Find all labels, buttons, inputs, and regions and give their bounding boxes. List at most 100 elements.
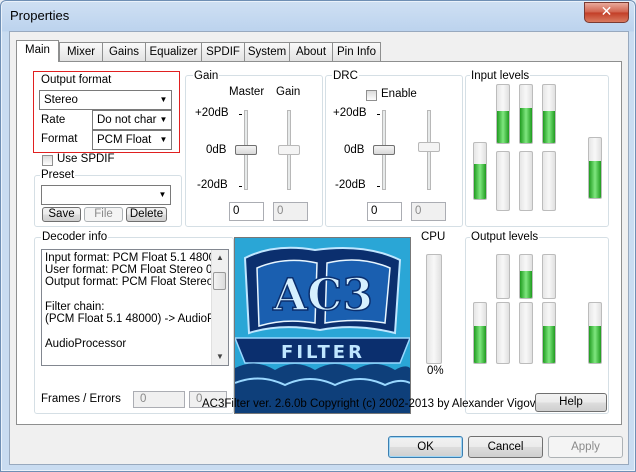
decoder-info-scrollbar[interactable]: ▲ ▼: [211, 250, 228, 365]
drc-slider-thumb[interactable]: [373, 145, 395, 155]
rate-label: Rate: [41, 114, 66, 126]
preset-label: Preset: [40, 169, 76, 181]
drc-enable-checkbox[interactable]: [366, 90, 377, 101]
scroll-down-icon[interactable]: ▼: [212, 349, 228, 365]
output-level-meter-fill: [520, 271, 532, 298]
decoder-info-label: Decoder info: [41, 231, 109, 243]
output-level-meter-fill: [474, 325, 486, 363]
rate-value: Do not char: [97, 114, 157, 126]
main-tab-panel: Output format Stereo ▼ Rate Do not char …: [16, 61, 622, 425]
input-level-meter: [519, 151, 533, 211]
apply-button[interactable]: Apply: [548, 436, 623, 458]
tick-mark: [239, 114, 242, 115]
tab-system[interactable]: System: [244, 42, 290, 61]
input-level-meter-fill: [520, 108, 532, 143]
logo-text: AC3: [272, 270, 373, 321]
input-level-meter: [588, 137, 602, 199]
drc-level-slider-thumb[interactable]: [418, 142, 440, 152]
tab-equalizer[interactable]: Equalizer: [145, 42, 202, 61]
decoder-info-textbox[interactable]: Input format: PCM Float 5.1 48000 User f…: [41, 249, 229, 366]
tick-mark: [377, 186, 380, 187]
drc-group-label: DRC: [332, 70, 359, 82]
output-level-meter: [542, 254, 556, 299]
output-level-meter: [519, 302, 533, 364]
help-button[interactable]: Help: [535, 393, 607, 412]
tick-mark: [239, 186, 242, 187]
cpu-label: CPU: [421, 231, 446, 243]
scroll-up-icon[interactable]: ▲: [212, 250, 228, 266]
save-preset-button[interactable]: Save: [42, 207, 81, 222]
decoder-info-line: Output format: PCM Float Stereo 4: [45, 276, 223, 288]
master-value-input[interactable]: 0: [229, 202, 264, 221]
input-level-meter: [519, 84, 533, 144]
window-title: Properties: [10, 8, 70, 23]
close-button[interactable]: ✕: [584, 2, 629, 23]
output-level-meter: [496, 254, 510, 299]
decoder-info-line: AudioProcessor: [45, 338, 127, 350]
output-format-value: Stereo: [44, 94, 78, 106]
input-level-meter: [496, 84, 510, 144]
gain-slider-thumb[interactable]: [278, 145, 300, 155]
sample-format-value: PCM Float: [97, 134, 152, 146]
chevron-down-icon: ▼: [159, 115, 168, 124]
preset-select[interactable]: ▼: [41, 185, 171, 205]
output-level-meter: [519, 254, 533, 299]
file-preset-button[interactable]: File: [84, 207, 123, 222]
tab-main[interactable]: Main: [16, 40, 59, 62]
drc-value2-input[interactable]: 0: [411, 202, 446, 221]
output-level-meter: [542, 302, 556, 364]
tab-pin-info[interactable]: Pin Info: [332, 42, 381, 61]
sample-format-select[interactable]: PCM Float ▼: [92, 130, 172, 150]
dialog-client: Main Mixer Gains Equalizer SPDIF System …: [9, 31, 629, 465]
output-level-meter-fill: [543, 325, 555, 363]
input-level-meter: [473, 142, 487, 200]
master-slider-thumb[interactable]: [235, 145, 257, 155]
gain-group-label: Gain: [193, 70, 220, 82]
drc-scale-bottom: -20dB: [335, 179, 366, 191]
gain-label: Gain: [276, 86, 301, 98]
drc-scale-top: +20dB: [333, 107, 367, 119]
tab-about[interactable]: About: [289, 42, 333, 61]
input-level-meter: [542, 84, 556, 144]
properties-window: Properties ✕ Main Mixer Gains Equalizer …: [0, 0, 636, 472]
output-format-select[interactable]: Stereo ▼: [39, 90, 172, 110]
output-level-meter: [496, 302, 510, 364]
chevron-down-icon: ▼: [159, 135, 168, 144]
drc-enable-label: Enable: [381, 88, 417, 100]
decoder-info-line: Filter chain:: [45, 301, 105, 313]
use-spdif-label: Use SPDIF: [57, 153, 115, 165]
delete-preset-button[interactable]: Delete: [126, 207, 167, 222]
cancel-button[interactable]: Cancel: [468, 436, 543, 458]
tab-spdif[interactable]: SPDIF: [201, 42, 245, 61]
output-format-label: Output format: [41, 74, 112, 86]
decoder-info-line: Input format: PCM Float 5.1 48000: [45, 252, 222, 264]
sample-format-label: Format: [41, 133, 78, 145]
drc-value-input[interactable]: 0: [367, 202, 402, 221]
tab-mixer[interactable]: Mixer: [59, 42, 103, 61]
use-spdif-checkbox[interactable]: [42, 155, 53, 166]
frames-errors-label: Frames / Errors: [41, 393, 121, 405]
rate-select[interactable]: Do not char ▼: [92, 110, 172, 130]
output-level-meter: [588, 302, 602, 364]
ac3filter-logo: AC3 FILTER: [234, 237, 411, 414]
title-bar[interactable]: Properties ✕: [1, 1, 635, 31]
scroll-thumb[interactable]: [213, 272, 226, 290]
chevron-down-icon: ▼: [159, 95, 168, 104]
output-levels-label: Output levels: [470, 231, 540, 243]
input-levels-label: Input levels: [470, 70, 531, 82]
gain-scale-bottom: -20dB: [197, 179, 228, 191]
tab-gains[interactable]: Gains: [102, 42, 146, 61]
cpu-value: 0%: [427, 365, 444, 377]
output-level-meter-fill: [589, 325, 601, 363]
cpu-meter: [426, 254, 442, 364]
input-level-meter: [496, 151, 510, 211]
input-level-meter-fill: [543, 111, 555, 143]
logo-ship-graphic: AC3 FILTER: [235, 238, 410, 413]
gain-scale-mid: 0dB: [206, 144, 227, 156]
gain-value-input[interactable]: 0: [273, 202, 308, 221]
frames-value: 0: [133, 391, 185, 408]
ok-button[interactable]: OK: [388, 436, 463, 458]
copyright-text: AC3Filter ver. 2.6.0b Copyright (c) 2002…: [202, 398, 553, 410]
master-label: Master: [229, 86, 265, 98]
input-level-meter-fill: [589, 160, 601, 198]
